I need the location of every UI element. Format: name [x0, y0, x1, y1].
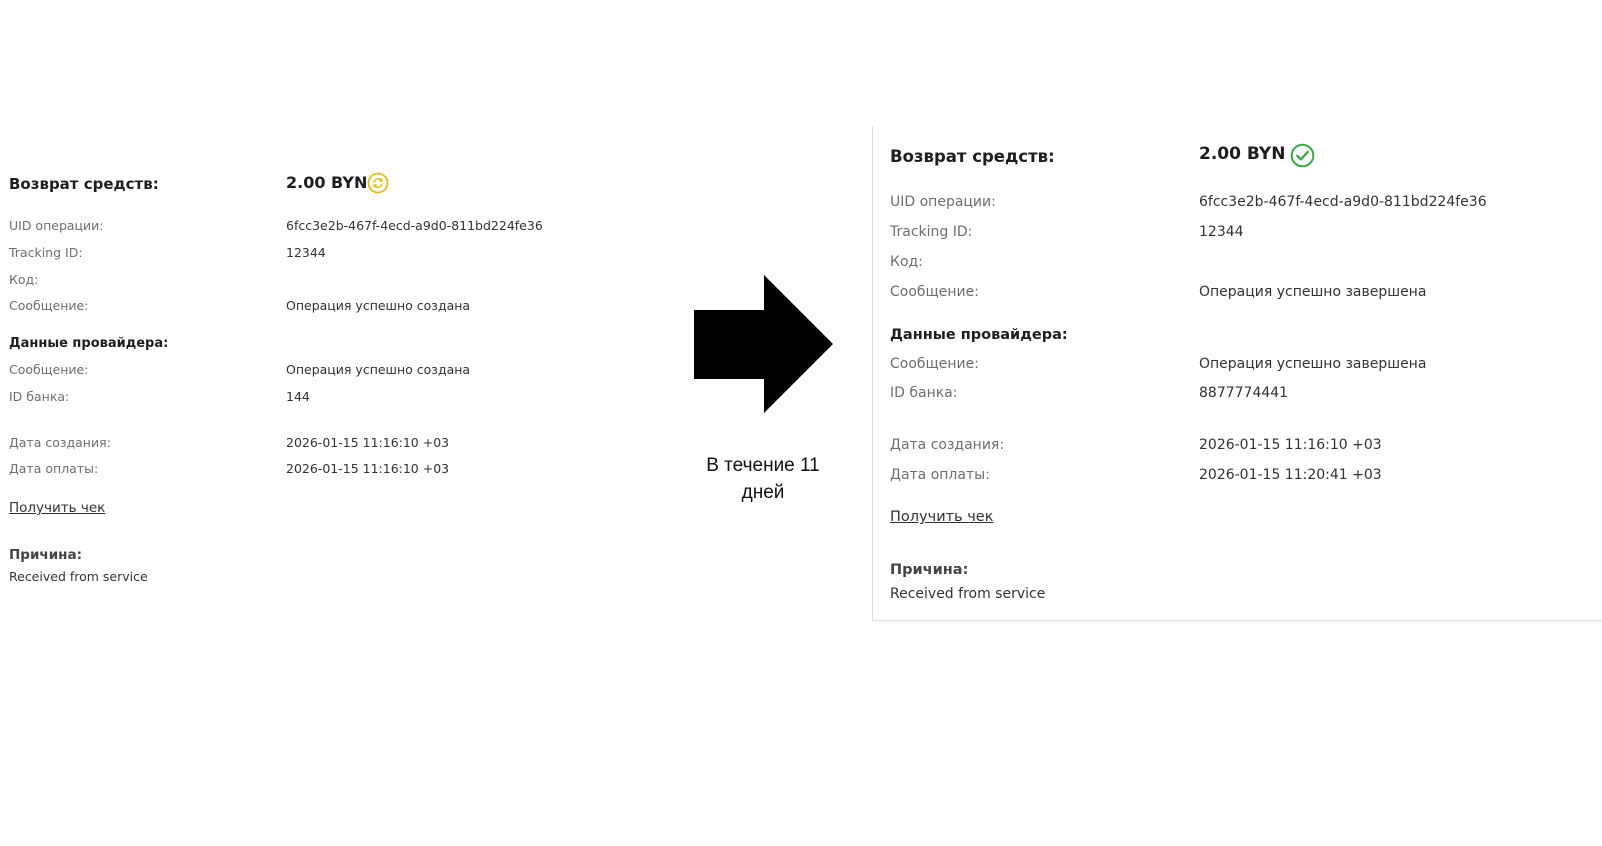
reason-value: Received from service: [9, 569, 148, 584]
created-value: 2026-01-15 11:16:10 +03: [286, 435, 450, 450]
reason-heading: Причина:: [890, 562, 969, 578]
bank-id-label: ID банка:: [9, 389, 70, 404]
transition-caption: В течение 11 дней: [706, 455, 820, 503]
paid-value: 2026-01-15 11:20:41 +03: [1199, 467, 1382, 483]
refund-amount: 2.00 BYN: [1199, 144, 1286, 164]
created-value: 2026-01-15 11:16:10 +03: [1199, 437, 1382, 453]
pending-refresh-icon: [367, 172, 389, 194]
refund-heading: Возврат средств:: [890, 147, 1055, 166]
provider-message-label: Сообщение:: [9, 362, 89, 377]
bank-id-label: ID банка:: [890, 385, 958, 401]
provider-message-label: Сообщение:: [890, 356, 979, 372]
reason-value: Received from service: [890, 586, 1046, 602]
tracking-label: Tracking ID:: [890, 224, 973, 240]
message-label: Сообщение:: [890, 284, 979, 300]
paid-label: Дата оплаты:: [890, 467, 990, 483]
message-value: Операция успешно создана: [286, 298, 471, 313]
refund-amount: 2.00 BYN: [286, 173, 368, 192]
get-receipt-link[interactable]: Получить чек: [9, 500, 105, 516]
bank-id-value: 8877774441: [1199, 385, 1289, 401]
refund-details-before: Возврат средств: 2.00 BYN UID операции: …: [0, 0, 660, 846]
reason-heading: Причина:: [9, 547, 82, 563]
tracking-value: 12344: [1199, 224, 1244, 240]
get-receipt-link[interactable]: Получить чек: [890, 509, 993, 525]
provider-heading: Данные провайдера:: [9, 336, 169, 351]
refund-details-after: Возврат средств: 2.00 BYN UID операции: …: [872, 126, 1602, 621]
uid-label: UID операции:: [890, 194, 996, 210]
uid-value: 6fcc3e2b-467f-4ecd-a9d0-811bd224fe36: [286, 218, 543, 233]
refund-heading: Возврат средств:: [9, 175, 159, 193]
provider-message-value: Операция успешно создана: [286, 362, 471, 377]
tracking-label: Tracking ID:: [9, 245, 83, 260]
message-label: Сообщение:: [9, 298, 89, 313]
paid-value: 2026-01-15 11:16:10 +03: [286, 461, 450, 476]
created-label: Дата создания:: [890, 437, 1005, 453]
right-arrow-icon: [694, 275, 833, 413]
created-label: Дата создания:: [9, 435, 111, 450]
code-label: Код:: [890, 254, 923, 270]
provider-heading: Данные провайдера:: [890, 327, 1068, 343]
success-check-icon: [1290, 143, 1315, 168]
provider-message-value: Операция успешно завершена: [1199, 356, 1427, 372]
uid-value: 6fcc3e2b-467f-4ecd-a9d0-811bd224fe36: [1199, 194, 1487, 210]
code-label: Код:: [9, 272, 39, 287]
uid-label: UID операции:: [9, 218, 104, 233]
tracking-value: 12344: [286, 245, 326, 260]
bank-id-value: 144: [286, 389, 310, 404]
message-value: Операция успешно завершена: [1199, 284, 1427, 300]
paid-label: Дата оплаты:: [9, 461, 99, 476]
